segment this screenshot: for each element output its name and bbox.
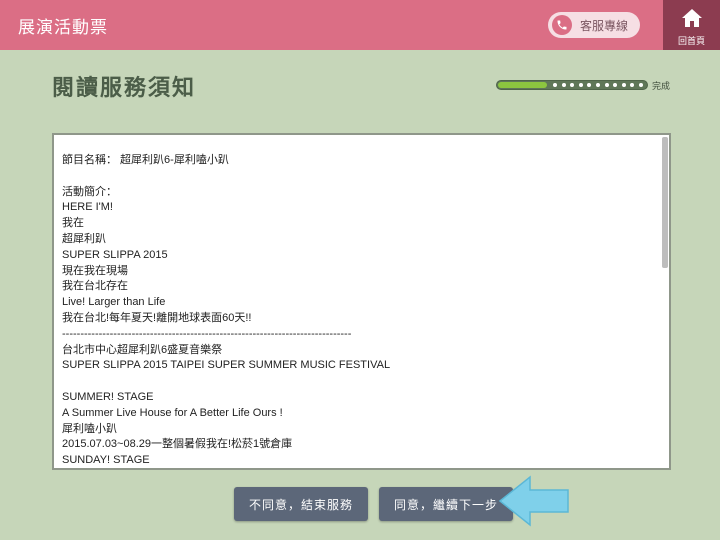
hotline-label: 客服專線 <box>580 18 629 33</box>
notice-line: ----------------------------------------… <box>62 327 352 340</box>
home-button[interactable]: 回首頁 <box>663 0 720 50</box>
notice-line: 2015.07.03~08.29一整個暑假我在!松菸1號倉庫 <box>62 438 293 451</box>
notice-line: Live! Larger than Life <box>62 296 166 309</box>
notice-line: SUMMER! STAGE <box>62 390 154 403</box>
disagree-button[interactable]: 不同意，結束服務 <box>234 487 368 521</box>
notice-line: SUPER SLIPPA 2015 TAIPEI SUPER SUMMER MU… <box>62 359 391 372</box>
notice-line <box>62 374 651 390</box>
notice-scrollbar[interactable] <box>662 137 668 268</box>
notice-line: HERE I'M! <box>62 201 113 214</box>
notice-line: 我在 <box>62 217 84 230</box>
home-icon <box>681 8 703 32</box>
app-header: 展演活動票 客服專線 回首頁 <box>0 0 720 50</box>
notice-line <box>62 169 651 185</box>
progress-steps <box>553 83 643 87</box>
progress-fill <box>498 82 547 88</box>
notice-line: SUPER SLIPPA 2015 <box>62 248 168 261</box>
notice-content: 節目名稱： 超犀利趴6-犀利嗑小趴 活動簡介： HERE I'M! 我在超犀利趴 SUP… <box>62 153 651 468</box>
notice-line: 我在台北存在 <box>62 280 128 293</box>
notice-line: 台北市中心超犀利趴6盛夏音樂祭 <box>62 343 223 356</box>
notice-line: 超犀利趴 <box>62 232 106 245</box>
notice-line: 活動簡介： <box>62 185 117 198</box>
notice-line: SUNDAY! STAGE <box>62 454 150 467</box>
hotline-button[interactable]: 客服專線 <box>548 12 640 38</box>
app-title: 展演活動票 <box>18 18 108 38</box>
page-title: 閱讀服務須知 <box>52 76 197 101</box>
notice-line: 節目名稱： 超犀利趴6-犀利嗑小趴 <box>62 154 229 166</box>
service-notice[interactable]: 節目名稱： 超犀利趴6-犀利嗑小趴 活動簡介： HERE I'M! 我在超犀利趴 SUP… <box>52 133 671 470</box>
progress-label: 完成 <box>652 82 671 92</box>
phone-icon <box>552 15 572 35</box>
notice-line: 我在台北!每年夏天!離開地球表面60天!! <box>62 311 252 324</box>
home-label: 回首頁 <box>677 37 705 47</box>
progress-bar <box>496 80 648 90</box>
notice-line: A Summer Live House for A Better Life Ou… <box>62 406 283 419</box>
notice-line: 犀利嗑小趴 <box>62 422 117 435</box>
agree-button[interactable]: 同意，繼續下一步 <box>379 487 513 521</box>
arrow-left-icon <box>498 475 570 531</box>
notice-line: 現在我在現場 <box>62 264 128 277</box>
